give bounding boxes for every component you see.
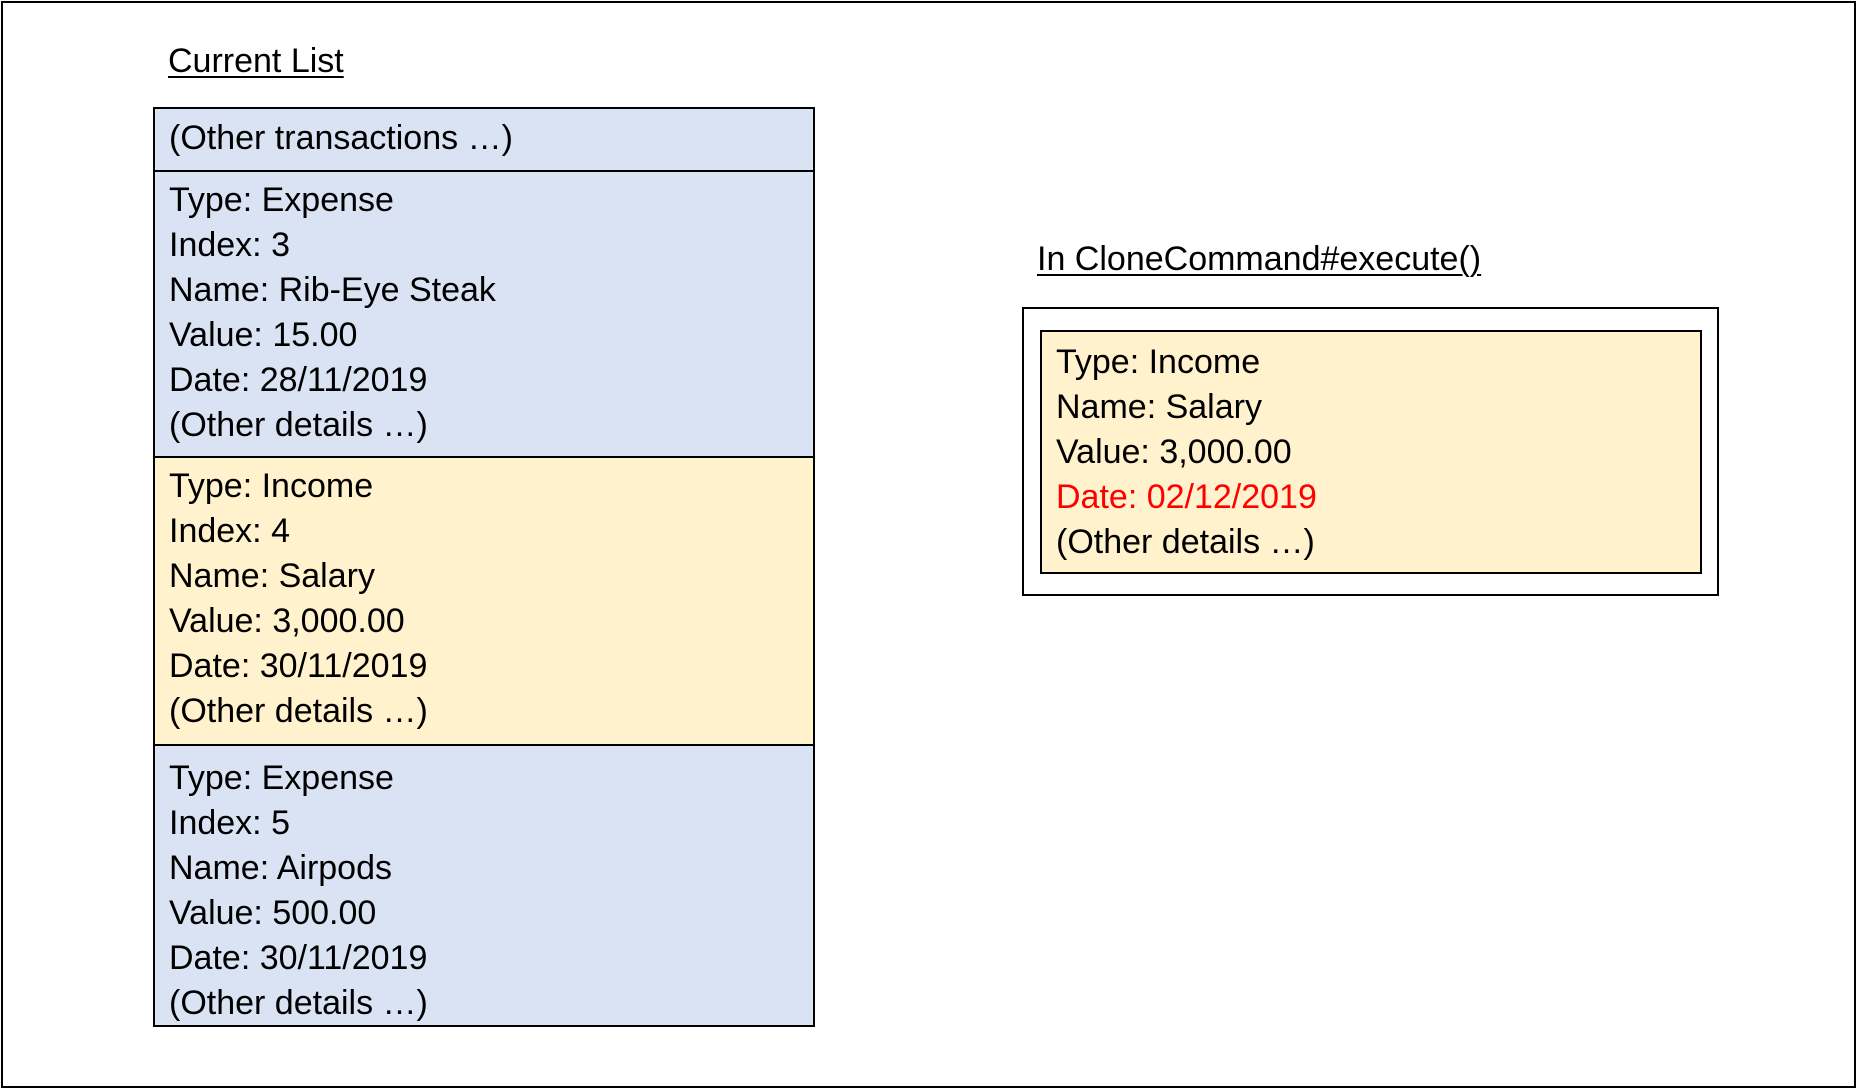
cloned-date-highlighted: Date: 02/12/2019 <box>1056 478 1317 516</box>
clone-command-container: Type: Income Name: Salary Value: 3,000.0… <box>1022 307 1719 596</box>
list-item-other-transactions: (Other transactions …) <box>155 109 813 170</box>
list-item-index: Index: 3 <box>169 226 290 264</box>
list-item-type: Type: Income <box>169 467 374 505</box>
list-item-name: Name: Salary <box>169 557 375 595</box>
cloned-type: Type: Income <box>1056 343 1261 381</box>
list-item-type: Type: Expense <box>169 181 394 219</box>
list-item-other-details: (Other details …) <box>169 984 428 1022</box>
list-item-other-details: (Other details …) <box>169 406 428 444</box>
cloned-value: Value: 3,000.00 <box>1056 433 1292 471</box>
list-item-expense-5: Type: Expense Index: 5 Name: Airpods Val… <box>155 744 813 1025</box>
list-item-index: Index: 5 <box>169 804 290 842</box>
clone-command-heading: In CloneCommand#execute() <box>1037 240 1482 278</box>
list-item-value: Value: 500.00 <box>169 894 377 932</box>
list-item-type: Type: Expense <box>169 759 394 797</box>
list-item-other-details: (Other details …) <box>169 692 428 730</box>
cloned-other-details: (Other details …) <box>1056 523 1315 561</box>
list-item-index: Index: 4 <box>169 512 290 550</box>
diagram-frame: Current List (Other transactions …) Type… <box>1 1 1856 1088</box>
list-item-expense-3: Type: Expense Index: 3 Name: Rib-Eye Ste… <box>155 170 813 456</box>
list-item-name: Name: Airpods <box>169 849 392 887</box>
cloned-transaction: Type: Income Name: Salary Value: 3,000.0… <box>1040 330 1702 574</box>
current-list-heading: Current List <box>168 42 344 80</box>
list-item-income-4: Type: Income Index: 4 Name: Salary Value… <box>155 456 813 744</box>
list-item-date: Date: 30/11/2019 <box>169 939 428 977</box>
cloned-name: Name: Salary <box>1056 388 1262 426</box>
list-item-date: Date: 30/11/2019 <box>169 647 428 685</box>
list-item-line: (Other transactions …) <box>169 119 513 157</box>
list-item-date: Date: 28/11/2019 <box>169 361 428 399</box>
list-item-value: Value: 15.00 <box>169 316 358 354</box>
list-item-name: Name: Rib-Eye Steak <box>169 271 496 309</box>
list-item-value: Value: 3,000.00 <box>169 602 405 640</box>
current-list: (Other transactions …) Type: Expense Ind… <box>153 107 815 1027</box>
